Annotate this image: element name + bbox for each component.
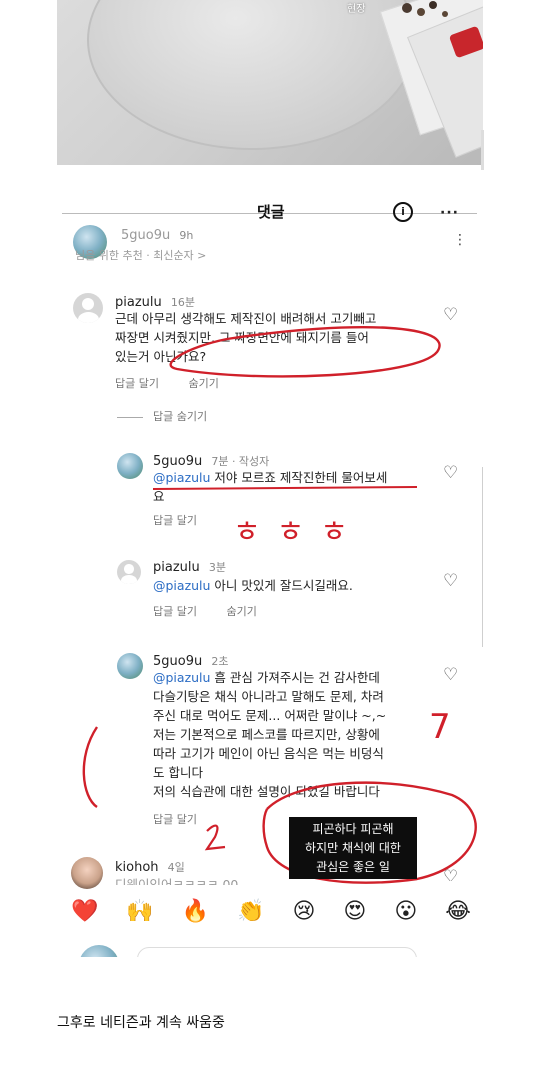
annotation-ha: ㅎㅎㅎ bbox=[233, 515, 364, 550]
emoji-wow-icon[interactable]: 😮 bbox=[394, 899, 417, 924]
emoji-raised-hands-icon[interactable]: 🙌 bbox=[126, 899, 153, 924]
emoji-fire-icon[interactable]: 🔥 bbox=[182, 899, 209, 924]
plate-image bbox=[87, 0, 417, 150]
comment-screenshot: 댓글 i ··· 5guo9u 9h 님을 위한 추천 · 최신순자 > ⋮ p… bbox=[57, 197, 483, 957]
scroll-mark bbox=[481, 130, 484, 170]
emoji-cry-icon[interactable]: 😢 bbox=[293, 899, 316, 924]
comment-input[interactable] bbox=[137, 947, 417, 957]
bottom-caption: 그후로 네티즌과 계속 싸움중 bbox=[57, 1015, 225, 1031]
overlay-line: 피곤하다 피곤해 bbox=[312, 822, 394, 836]
photo-caption: 현장 bbox=[347, 4, 366, 15]
overlay-caption: 피곤하다 피곤해 하지만 채식에 대한 관심은 좋은 일 bbox=[289, 817, 417, 879]
emoji-bar: ❤️ 🙌 🔥 👏 😢 😍 😮 😂 bbox=[71, 899, 471, 924]
emoji-laugh-icon[interactable]: 😂 bbox=[445, 899, 471, 924]
annotation-seven: 7 bbox=[429, 707, 451, 747]
overlay-line: 관심은 좋은 일 bbox=[316, 860, 390, 874]
emoji-heart-eyes-icon[interactable]: 😍 bbox=[343, 899, 366, 924]
overlay-line: 하지만 채식에 대한 bbox=[305, 841, 401, 855]
top-photo: 현장 bbox=[57, 0, 483, 165]
emoji-clap-icon[interactable]: 👏 bbox=[237, 899, 264, 924]
emoji-heart-icon[interactable]: ❤️ bbox=[71, 899, 98, 924]
red-annotations bbox=[82, 325, 477, 884]
food-bits bbox=[402, 1, 448, 17]
